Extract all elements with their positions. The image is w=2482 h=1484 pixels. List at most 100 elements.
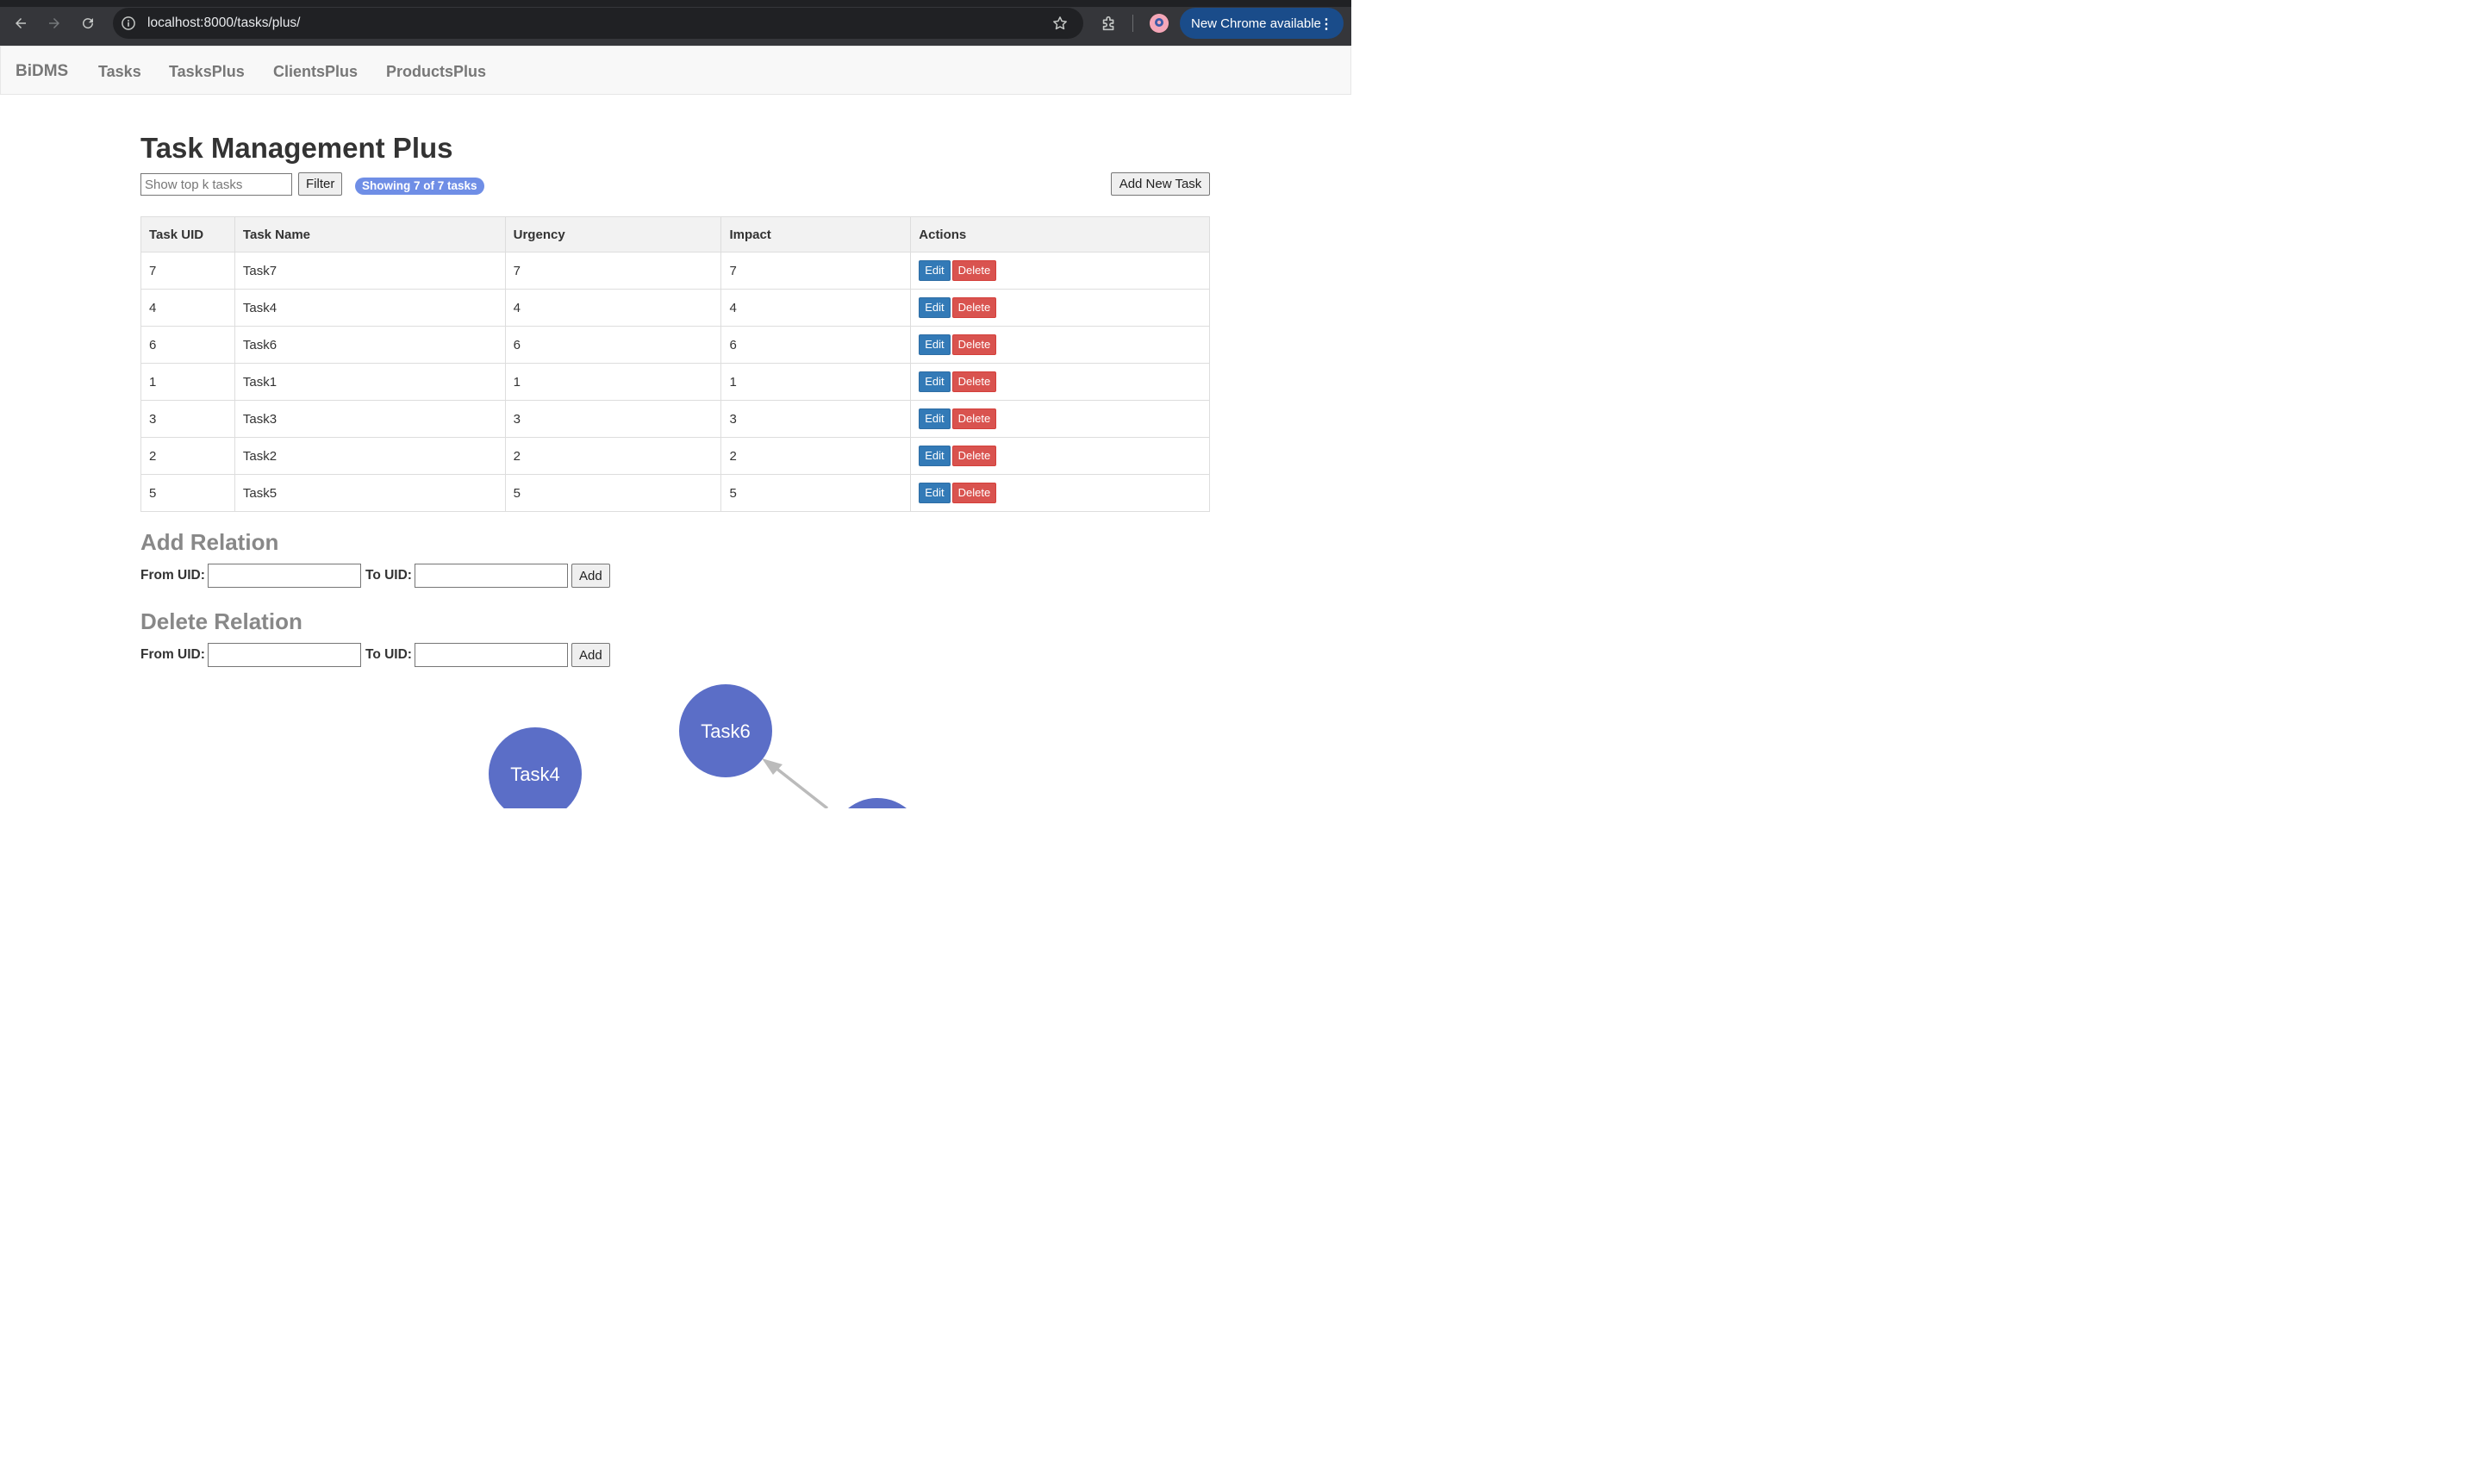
menu-dots-icon[interactable]: ⋮ bbox=[1319, 16, 1333, 33]
delete-button[interactable]: Delete bbox=[951, 408, 997, 429]
delete-to-uid-input[interactable] bbox=[415, 643, 568, 667]
back-arrow-icon[interactable] bbox=[11, 14, 30, 33]
cell-impact: 6 bbox=[720, 326, 912, 364]
cell-task-uid: 1 bbox=[140, 363, 235, 401]
edit-button[interactable]: Edit bbox=[919, 334, 951, 355]
add-to-uid-input[interactable] bbox=[415, 564, 568, 588]
cell-actions: Edit Delete bbox=[910, 437, 1210, 475]
cell-task-name: Task1 bbox=[234, 363, 506, 401]
table-header-row: Task UID Task Name Urgency Impact Action… bbox=[140, 216, 1210, 253]
brand-link[interactable]: BiDMS bbox=[16, 62, 68, 81]
forward-arrow-icon[interactable] bbox=[45, 14, 64, 33]
table-row: 1 Task1 1 1 Edit Delete bbox=[140, 363, 1210, 401]
relation-graph[interactable]: Task6 Task4 bbox=[0, 672, 1351, 808]
reload-icon[interactable] bbox=[78, 14, 97, 33]
delete-relation-heading: Delete Relation bbox=[140, 608, 302, 634]
cell-urgency: 6 bbox=[504, 326, 722, 364]
filter-button[interactable]: Filter bbox=[298, 172, 343, 196]
page-title: Task Management Plus bbox=[140, 132, 453, 164]
cell-actions: Edit Delete bbox=[910, 363, 1210, 401]
site-info-icon[interactable] bbox=[120, 15, 137, 32]
add-relation-heading: Add Relation bbox=[140, 529, 279, 555]
graph-node-label: Task6 bbox=[701, 720, 750, 742]
cell-task-uid: 4 bbox=[140, 289, 235, 327]
cell-actions: Edit Delete bbox=[910, 289, 1210, 327]
edit-button[interactable]: Edit bbox=[919, 408, 951, 429]
bookmark-star-icon[interactable] bbox=[1051, 15, 1069, 32]
delete-button[interactable]: Delete bbox=[951, 483, 997, 503]
cell-actions: Edit Delete bbox=[910, 252, 1210, 290]
cell-task-uid: 7 bbox=[140, 252, 235, 290]
cell-task-uid: 6 bbox=[140, 326, 235, 364]
address-bar[interactable]: localhost:8000/tasks/plus/ bbox=[113, 8, 1083, 39]
cell-impact: 5 bbox=[720, 474, 912, 512]
cell-impact: 7 bbox=[720, 252, 912, 290]
cell-task-name: Task7 bbox=[234, 252, 506, 290]
delete-relation-submit-button[interactable]: Add bbox=[571, 643, 610, 667]
cell-actions: Edit Delete bbox=[910, 474, 1210, 512]
graph-node-task6[interactable]: Task6 bbox=[679, 684, 772, 777]
table-body: 7 Task7 7 7 Edit Delete 4 Task4 4 4 Edit Delete 6 Tas… bbox=[140, 252, 1210, 512]
add-relation-button[interactable]: Add bbox=[571, 564, 610, 588]
cell-actions: Edit Delete bbox=[910, 400, 1210, 438]
cell-urgency: 2 bbox=[504, 437, 722, 475]
cell-task-name: Task3 bbox=[234, 400, 506, 438]
edit-button[interactable]: Edit bbox=[919, 297, 951, 318]
delete-to-uid-label: To UID: bbox=[365, 647, 412, 662]
table-row: 7 Task7 7 7 Edit Delete bbox=[140, 252, 1210, 290]
graph-edge bbox=[770, 763, 829, 808]
cell-urgency: 4 bbox=[504, 289, 722, 327]
cell-urgency: 1 bbox=[504, 363, 722, 401]
url-text[interactable]: localhost:8000/tasks/plus/ bbox=[147, 16, 301, 31]
cell-urgency: 7 bbox=[504, 252, 722, 290]
delete-button[interactable]: Delete bbox=[951, 334, 997, 355]
cell-impact: 1 bbox=[720, 363, 912, 401]
cell-task-uid: 5 bbox=[140, 474, 235, 512]
table-row: 5 Task5 5 5 Edit Delete bbox=[140, 474, 1210, 512]
cell-task-uid: 2 bbox=[140, 437, 235, 475]
cell-actions: Edit Delete bbox=[910, 326, 1210, 364]
cell-task-name: Task2 bbox=[234, 437, 506, 475]
delete-from-uid-label: From UID: bbox=[140, 647, 205, 662]
cell-impact: 3 bbox=[720, 400, 912, 438]
edit-button[interactable]: Edit bbox=[919, 371, 951, 392]
tasks-table: Task UID Task Name Urgency Impact Action… bbox=[140, 216, 1210, 512]
task-count-badge: Showing 7 of 7 tasks bbox=[355, 178, 484, 195]
cell-task-name: Task5 bbox=[234, 474, 506, 512]
new-chrome-available-button[interactable]: New Chrome available ⋮ bbox=[1180, 8, 1344, 39]
browser-toolbar: localhost:8000/tasks/plus/ New Chrome av… bbox=[0, 0, 1351, 46]
header-urgency: Urgency bbox=[504, 216, 722, 253]
cell-impact: 4 bbox=[720, 289, 912, 327]
nav-link-tasksplus[interactable]: TasksPlus bbox=[169, 63, 245, 81]
app-navbar: BiDMS Tasks TasksPlus ClientsPlus Produc… bbox=[0, 46, 1351, 95]
graph-node-task4[interactable]: Task4 bbox=[489, 727, 582, 808]
toolbar-separator bbox=[1132, 15, 1133, 32]
cell-urgency: 3 bbox=[504, 400, 722, 438]
add-from-uid-label: From UID: bbox=[140, 568, 205, 583]
add-from-uid-input[interactable] bbox=[208, 564, 361, 588]
profile-avatar[interactable] bbox=[1150, 14, 1169, 33]
header-impact: Impact bbox=[720, 216, 912, 253]
edit-button[interactable]: Edit bbox=[919, 446, 951, 466]
delete-button[interactable]: Delete bbox=[951, 260, 997, 281]
delete-from-uid-input[interactable] bbox=[208, 643, 361, 667]
top-k-input[interactable] bbox=[140, 173, 292, 196]
header-task-uid: Task UID bbox=[140, 216, 235, 253]
delete-button[interactable]: Delete bbox=[951, 297, 997, 318]
tab-strip bbox=[0, 0, 1351, 7]
update-label: New Chrome available bbox=[1191, 16, 1321, 31]
delete-button[interactable]: Delete bbox=[951, 446, 997, 466]
add-to-uid-label: To UID: bbox=[365, 568, 412, 583]
graph-node-partial[interactable] bbox=[831, 798, 924, 808]
delete-button[interactable]: Delete bbox=[951, 371, 997, 392]
add-new-task-button[interactable]: Add New Task bbox=[1111, 172, 1210, 196]
edit-button[interactable]: Edit bbox=[919, 260, 951, 281]
header-task-name: Task Name bbox=[234, 216, 506, 253]
nav-link-tasks[interactable]: Tasks bbox=[98, 63, 141, 81]
nav-link-clientsplus[interactable]: ClientsPlus bbox=[273, 63, 358, 81]
cell-task-uid: 3 bbox=[140, 400, 235, 438]
nav-link-productsplus[interactable]: ProductsPlus bbox=[386, 63, 486, 81]
graph-node-label: Task4 bbox=[510, 764, 559, 785]
edit-button[interactable]: Edit bbox=[919, 483, 951, 503]
extensions-icon[interactable] bbox=[1100, 14, 1119, 33]
